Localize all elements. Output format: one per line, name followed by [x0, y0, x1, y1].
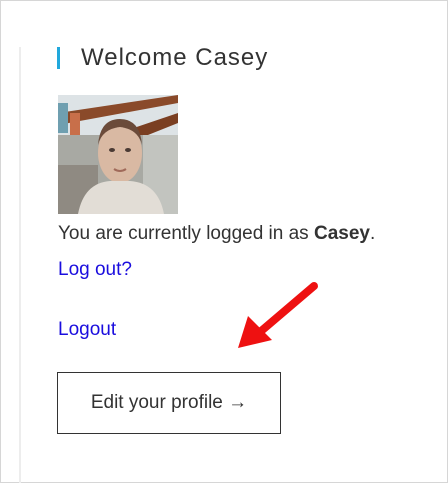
status-suffix: . — [369, 223, 376, 244]
title-accent-bar — [57, 47, 60, 69]
red-arrow-icon — [238, 282, 318, 348]
sidebar-divider — [19, 47, 21, 483]
logout-question-link[interactable]: Log out? — [58, 257, 132, 283]
avatar-photo — [58, 95, 178, 214]
widget-title: Welcome Casey — [81, 44, 269, 71]
user-avatar — [58, 95, 178, 214]
username: Casey — [313, 223, 370, 244]
edit-profile-button[interactable]: Edit your profile → — [57, 372, 281, 434]
logout-link[interactable]: Logout — [58, 317, 116, 343]
status-prefix: You are currently logged in as — [58, 223, 314, 244]
login-status-text: You are currently logged in as Casey. — [58, 221, 375, 247]
